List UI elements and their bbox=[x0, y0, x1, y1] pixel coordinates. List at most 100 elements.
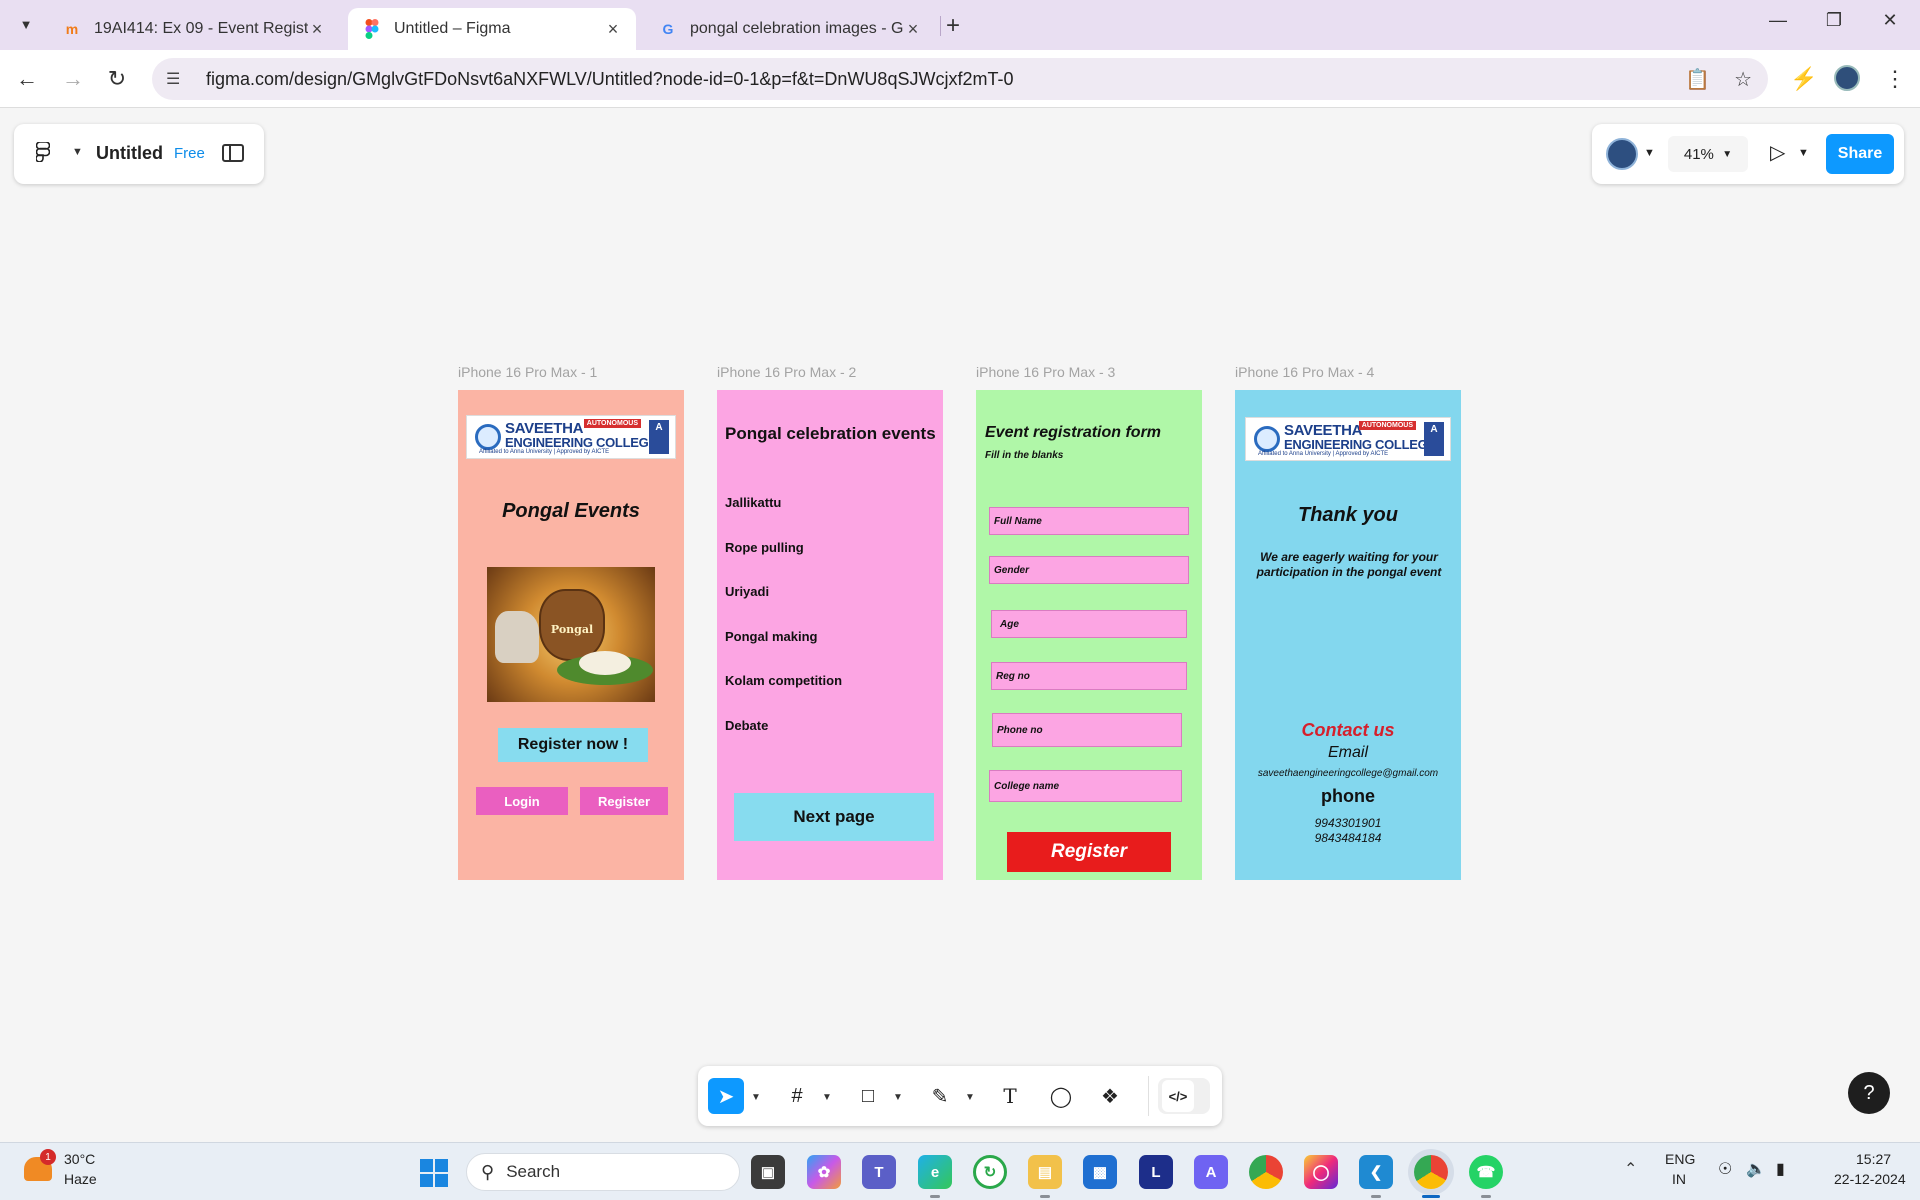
url-bar[interactable]: ☰ figma.com/design/GMglvGtFDoNsvt6aNXFWL… bbox=[152, 58, 1768, 100]
college-logo[interactable]: SAVEETHA ENGINEERING COLLEGE AUTONOMOUS … bbox=[1245, 417, 1451, 461]
move-tool-icon[interactable]: ➤ bbox=[708, 1078, 744, 1114]
zoom-dropdown[interactable]: 41% ▼ bbox=[1668, 136, 1748, 172]
frame-1-home[interactable]: SAVEETHA ENGINEERING COLLEGE AUTONOMOUS … bbox=[458, 390, 684, 880]
language-region[interactable]: IN bbox=[1672, 1171, 1686, 1187]
register-button[interactable]: Register bbox=[580, 787, 668, 815]
toggle-sidebar-icon[interactable] bbox=[222, 144, 244, 162]
reload-icon[interactable]: ↻ bbox=[102, 64, 132, 94]
frame-label-3[interactable]: iPhone 16 Pro Max - 3 bbox=[976, 364, 1115, 380]
site-info-icon[interactable]: ☰ bbox=[166, 69, 186, 89]
frame-label-4[interactable]: iPhone 16 Pro Max - 4 bbox=[1235, 364, 1374, 380]
close-window-icon[interactable]: ✕ bbox=[1870, 10, 1910, 31]
clock-time[interactable]: 15:27 bbox=[1856, 1151, 1891, 1167]
gender-field[interactable]: Gender bbox=[989, 556, 1189, 584]
next-page-button[interactable]: Next page bbox=[734, 793, 934, 841]
comment-tool-icon[interactable]: ◯ bbox=[1043, 1078, 1079, 1114]
frame-label-1[interactable]: iPhone 16 Pro Max - 1 bbox=[458, 364, 597, 380]
weather-condition[interactable]: Haze bbox=[64, 1171, 97, 1187]
share-button[interactable]: Share bbox=[1826, 134, 1894, 174]
volume-icon[interactable]: 🔈 bbox=[1746, 1159, 1766, 1179]
register-now-button[interactable]: Register now ! bbox=[498, 728, 648, 762]
tab-moodle[interactable]: m 19AI414: Ex 09 - Event Registrat × bbox=[48, 8, 340, 50]
phone-no-field[interactable]: Phone no bbox=[992, 713, 1182, 747]
chevron-down-icon[interactable]: ▼ bbox=[72, 146, 83, 158]
task-view-icon[interactable]: ▣ bbox=[751, 1155, 785, 1189]
l-app-icon[interactable]: L bbox=[1139, 1155, 1173, 1189]
taskbar-search[interactable]: ⚲ Search bbox=[466, 1153, 740, 1191]
help-button[interactable]: ? bbox=[1848, 1072, 1890, 1114]
user-avatar[interactable] bbox=[1606, 138, 1638, 170]
file-name[interactable]: Untitled bbox=[96, 143, 163, 164]
microsoft-store-icon[interactable]: ▩ bbox=[1083, 1155, 1117, 1189]
clock-date[interactable]: 22-12-2024 bbox=[1834, 1171, 1906, 1187]
chevron-down-icon[interactable]: ▼ bbox=[893, 1092, 903, 1103]
minimize-icon[interactable]: — bbox=[1758, 10, 1798, 31]
close-tab-icon[interactable]: × bbox=[904, 19, 922, 40]
register-button[interactable]: Register bbox=[1007, 832, 1171, 872]
frame-4-thank-you[interactable]: SAVEETHA ENGINEERING COLLEGE AUTONOMOUS … bbox=[1235, 390, 1461, 880]
weather-temperature[interactable]: 30°C bbox=[64, 1151, 95, 1167]
language-code[interactable]: ENG bbox=[1665, 1151, 1695, 1167]
chevron-down-icon[interactable]: ▼ bbox=[965, 1092, 975, 1103]
file-explorer-icon[interactable]: ▤ bbox=[1028, 1155, 1062, 1189]
battery-icon[interactable]: ▮ bbox=[1776, 1159, 1785, 1179]
wifi-icon[interactable]: ☉ bbox=[1718, 1159, 1732, 1179]
chrome-icon[interactable] bbox=[1249, 1155, 1283, 1189]
copilot-icon[interactable]: ✿ bbox=[807, 1155, 841, 1189]
dev-mode-toggle[interactable]: </> bbox=[1158, 1078, 1210, 1114]
close-tab-icon[interactable]: × bbox=[604, 19, 622, 40]
show-hidden-icons-chevron-icon[interactable]: ⌃ bbox=[1624, 1159, 1637, 1179]
bookmark-star-icon[interactable]: ☆ bbox=[1734, 67, 1752, 92]
reg-no-field[interactable]: Reg no bbox=[991, 662, 1187, 690]
forward-icon[interactable]: → bbox=[58, 64, 88, 94]
text-tool-icon[interactable]: T bbox=[992, 1078, 1028, 1114]
windows-start-icon[interactable] bbox=[420, 1159, 448, 1187]
chevron-down-icon[interactable]: ▼ bbox=[751, 1092, 761, 1103]
new-tab-icon[interactable]: + bbox=[946, 12, 960, 40]
chevron-down-icon[interactable]: ▼ bbox=[1644, 147, 1655, 159]
url-text[interactable]: figma.com/design/GMglvGtFDoNsvt6aNXFWLV/… bbox=[206, 69, 1013, 90]
whatsapp-icon[interactable]: ☎ bbox=[1469, 1155, 1503, 1189]
vscode-icon[interactable]: ❮ bbox=[1359, 1155, 1393, 1189]
tab-figma[interactable]: Untitled – Figma × bbox=[348, 8, 636, 50]
college-logo[interactable]: SAVEETHA ENGINEERING COLLEGE AUTONOMOUS … bbox=[466, 415, 676, 459]
chrome-active-icon[interactable] bbox=[1414, 1155, 1448, 1189]
sync-app-icon[interactable]: ↻ bbox=[973, 1155, 1007, 1189]
back-icon[interactable]: ← bbox=[12, 64, 42, 94]
frame-3-registration-form[interactable]: Event registration form Fill in the blan… bbox=[976, 390, 1202, 880]
restore-icon[interactable]: ❐ bbox=[1814, 10, 1854, 31]
clipboard-icon[interactable]: 📋 bbox=[1685, 67, 1710, 92]
instagram-icon[interactable]: ◯ bbox=[1304, 1155, 1338, 1189]
figma-menu-icon[interactable] bbox=[35, 141, 51, 168]
edge-icon[interactable]: e bbox=[918, 1155, 952, 1189]
plan-badge[interactable]: Free bbox=[174, 145, 205, 162]
ai-app-icon[interactable]: A bbox=[1194, 1155, 1228, 1189]
more-menu-icon[interactable]: ⋮ bbox=[1884, 66, 1906, 92]
performance-icon[interactable]: ⚡ bbox=[1790, 66, 1817, 92]
event-item[interactable]: Kolam competition bbox=[725, 673, 842, 688]
chevron-down-icon[interactable]: ▼ bbox=[1798, 147, 1809, 159]
frame-tool-icon[interactable]: # bbox=[779, 1078, 815, 1114]
frame-label-2[interactable]: iPhone 16 Pro Max - 2 bbox=[717, 364, 856, 380]
present-play-icon[interactable]: ▷ bbox=[1770, 140, 1785, 165]
pongal-illustration-image[interactable]: Pongal bbox=[487, 567, 655, 702]
event-item[interactable]: Jallikattu bbox=[725, 495, 781, 510]
event-item[interactable]: Uriyadi bbox=[725, 584, 769, 599]
frame-2-events[interactable]: Pongal celebration events Jallikattu Rop… bbox=[717, 390, 943, 880]
chevron-down-icon[interactable]: ▼ bbox=[822, 1092, 832, 1103]
login-button[interactable]: Login bbox=[476, 787, 568, 815]
full-name-field[interactable]: Full Name bbox=[989, 507, 1189, 535]
browser-profile-avatar[interactable] bbox=[1834, 65, 1860, 91]
close-tab-icon[interactable]: × bbox=[308, 19, 326, 40]
tab-google[interactable]: G pongal celebration images - Go × bbox=[644, 8, 936, 50]
tab-search-chevron-icon[interactable]: ▼ bbox=[14, 12, 38, 36]
college-name-field[interactable]: College name bbox=[989, 770, 1182, 802]
teams-icon[interactable]: T bbox=[862, 1155, 896, 1189]
age-field[interactable]: Age bbox=[991, 610, 1187, 638]
pen-tool-icon[interactable]: ✎ bbox=[922, 1078, 958, 1114]
event-item[interactable]: Rope pulling bbox=[725, 540, 804, 555]
resources-tool-icon[interactable]: ❖ bbox=[1092, 1078, 1128, 1114]
event-item[interactable]: Pongal making bbox=[725, 629, 817, 644]
rectangle-tool-icon[interactable]: □ bbox=[850, 1078, 886, 1114]
event-item[interactable]: Debate bbox=[725, 718, 768, 733]
